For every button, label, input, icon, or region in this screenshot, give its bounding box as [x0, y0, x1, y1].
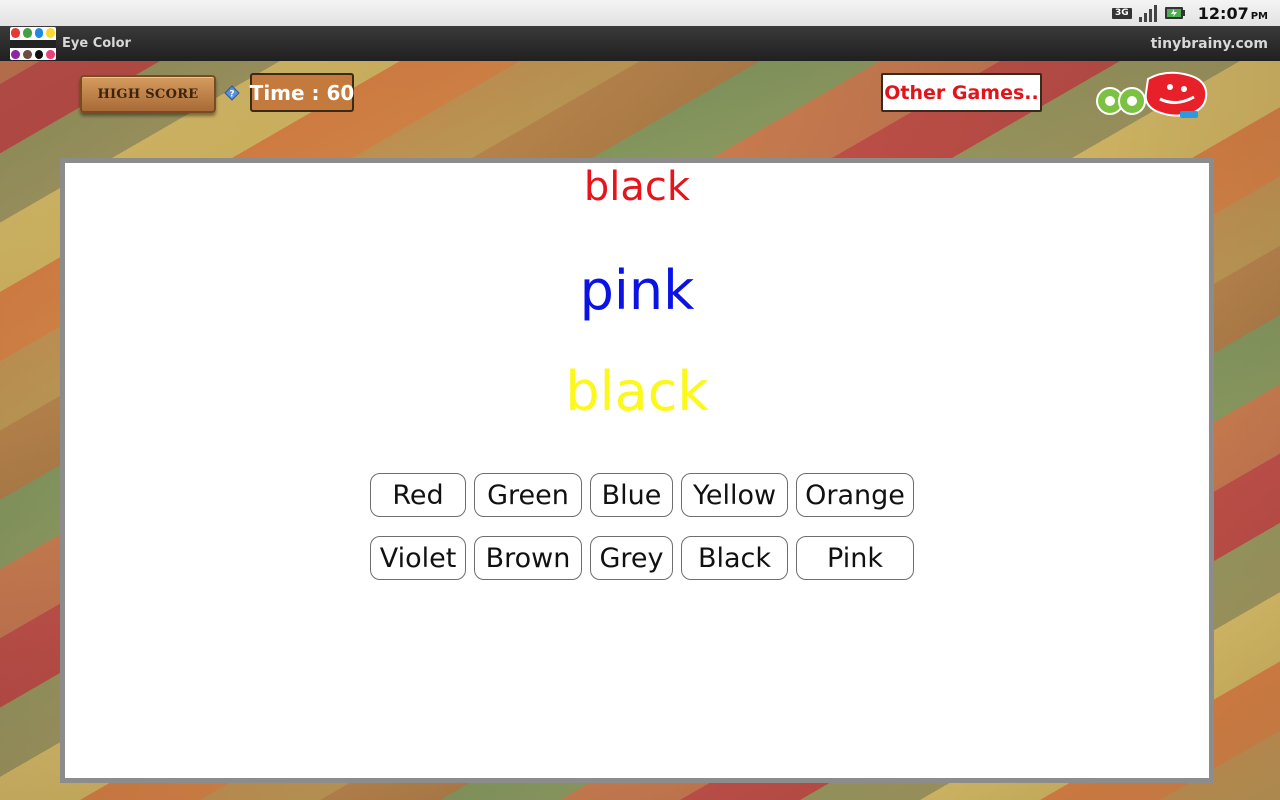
high-score-label: HIGH SCORE — [97, 86, 199, 102]
other-games-label: Other Games.. — [884, 81, 1039, 104]
eye-colors-app-icon — [10, 27, 56, 60]
answer-button-black[interactable]: Black — [681, 536, 788, 580]
network-type-label: 3G — [1111, 7, 1132, 19]
color-word-1: black — [583, 164, 691, 210]
site-link[interactable]: tinybrainy.com — [1151, 36, 1268, 52]
clock-time: 12:07 — [1197, 3, 1249, 23]
answer-button-grey[interactable]: Grey — [590, 536, 673, 580]
clock-ampm: PM — [1250, 10, 1268, 22]
svg-text:?: ? — [229, 90, 234, 100]
status-bar: 3G 12:07 PM — [0, 0, 1280, 26]
answer-button-violet[interactable]: Violet — [370, 536, 466, 580]
screen: 3G 12:07 PM Eye Color tinybrainy.com HIG… — [0, 0, 1280, 800]
answer-button-yellow[interactable]: Yellow — [681, 473, 788, 517]
answer-button-green[interactable]: Green — [474, 473, 582, 517]
app-title-bar: Eye Color tinybrainy.com — [0, 26, 1280, 61]
info-icon[interactable]: ? — [224, 85, 240, 101]
answer-button-blue[interactable]: Blue — [590, 473, 673, 517]
answer-button-brown[interactable]: Brown — [474, 536, 582, 580]
color-word-3: black — [565, 360, 709, 423]
timer-display: Time : 60 — [250, 73, 354, 112]
game-area: HIGH SCORE ? Time : 60 Other Games.. bla… — [0, 61, 1280, 800]
answer-button-pink[interactable]: Pink — [796, 536, 914, 580]
other-games-button[interactable]: Other Games.. — [881, 73, 1042, 112]
app-title: Eye Color — [62, 36, 131, 51]
answer-button-red[interactable]: Red — [370, 473, 466, 517]
tinybrainy-logo[interactable] — [1096, 67, 1216, 121]
network-3g-icon: 3G — [1111, 3, 1132, 23]
timer-label: Time : 60 — [249, 80, 355, 105]
high-score-button[interactable]: HIGH SCORE — [80, 75, 216, 113]
answer-button-orange[interactable]: Orange — [796, 473, 914, 517]
signal-strength-icon — [1138, 3, 1158, 23]
question-panel: black pink black Red Green Blue Yellow O… — [60, 158, 1214, 783]
battery-charging-icon — [1164, 3, 1186, 23]
color-word-2: pink — [579, 259, 695, 322]
status-clock: 12:07 PM — [1198, 4, 1268, 23]
